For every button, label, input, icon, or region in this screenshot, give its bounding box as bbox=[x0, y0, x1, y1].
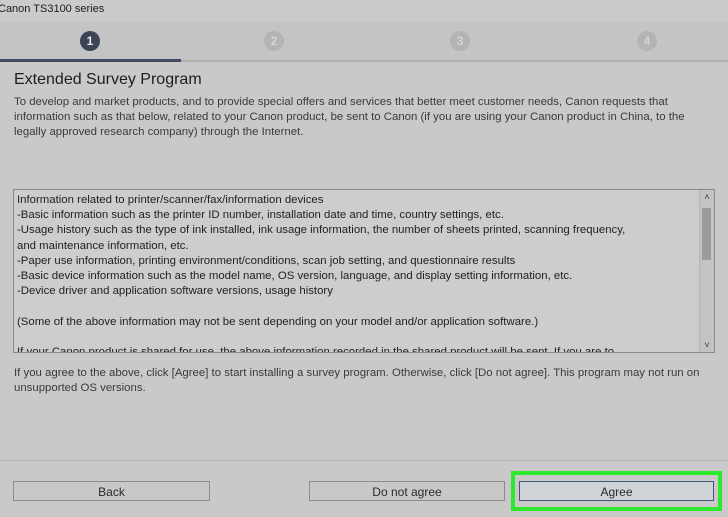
survey-info-line: and maintenance information, etc. bbox=[17, 239, 189, 252]
survey-info-spacer bbox=[17, 330, 697, 345]
step-4: 4 bbox=[637, 31, 657, 51]
survey-info-line: -Basic information such as the printer I… bbox=[17, 209, 504, 222]
survey-info-line: Information related to printer/scanner/f… bbox=[17, 194, 324, 206]
chevron-down-icon[interactable]: ˅ bbox=[700, 338, 714, 352]
footer-divider bbox=[0, 460, 728, 461]
title-bar: Canon TS3100 series bbox=[0, 0, 728, 22]
agree-highlight-box bbox=[511, 471, 722, 511]
survey-info-line: -Usage history such as the type of ink i… bbox=[17, 224, 626, 237]
textbox-scrollbar[interactable]: ˄ ˅ bbox=[699, 190, 714, 352]
intro-text: To develop and market products, and to p… bbox=[14, 96, 685, 138]
scroll-thumb[interactable] bbox=[702, 208, 711, 260]
chevron-up-icon[interactable]: ˄ bbox=[700, 190, 714, 204]
step-1: 1 bbox=[80, 31, 100, 51]
survey-info-line: -Device driver and application software … bbox=[17, 285, 333, 298]
step-progress-bar bbox=[0, 59, 181, 62]
survey-info-line: (Some of the above information may not b… bbox=[17, 315, 539, 328]
back-button[interactable]: Back bbox=[13, 481, 210, 501]
window-title: Canon TS3100 series bbox=[0, 3, 105, 15]
step-3: 3 bbox=[450, 31, 470, 51]
survey-info-textbox[interactable]: Information related to printer/scanner/f… bbox=[13, 189, 715, 353]
survey-info-line: If your Canon product is shared for use,… bbox=[17, 346, 615, 353]
do-not-agree-button[interactable]: Do not agree bbox=[309, 481, 505, 501]
page-title: Extended Survey Program bbox=[14, 71, 202, 88]
survey-info-line: -Basic device information such as the mo… bbox=[17, 270, 573, 283]
agree-instructions: If you agree to the above, click [Agree]… bbox=[14, 367, 700, 394]
survey-info-spacer bbox=[17, 299, 697, 314]
survey-info-content: Information related to printer/scanner/f… bbox=[17, 193, 697, 353]
survey-info-line: -Paper use information, printing environ… bbox=[17, 254, 516, 267]
step-indicator: 1 2 3 4 bbox=[0, 22, 728, 62]
step-2: 2 bbox=[264, 31, 284, 51]
